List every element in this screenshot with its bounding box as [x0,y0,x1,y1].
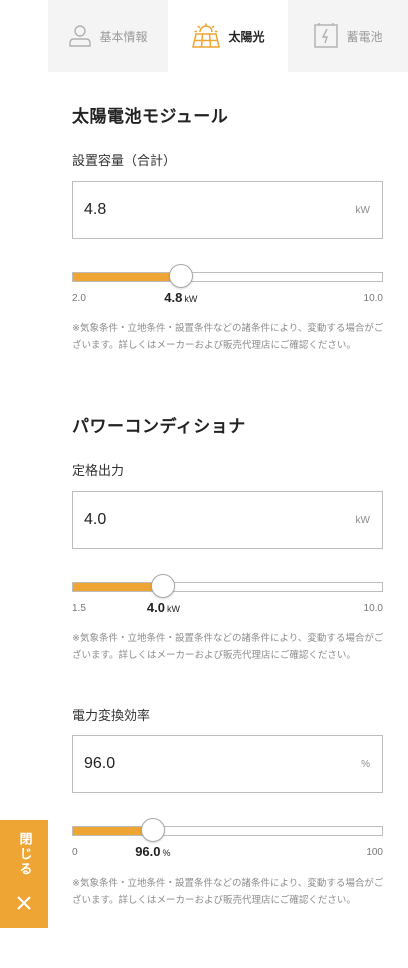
rated-output-slider[interactable] [72,574,383,600]
rated-output-value: 4.0 [84,511,107,528]
capacity-input[interactable]: 4.8 kW [72,181,383,239]
slider-current-label: 4.8 kW [164,290,198,305]
section-title-conditioner: パワーコンディショナ [72,417,246,437]
slider-min-label: 2.0 [72,293,86,304]
slider-handle[interactable] [151,574,176,598]
close-button[interactable]: 閉じる [0,820,48,928]
solar-panel-icon [191,23,221,49]
efficiency-slider[interactable] [72,818,383,844]
slider-fill [72,272,181,282]
slider-fill [72,582,164,592]
slider-max-label: 100 [366,847,383,858]
efficiency-unit: % [361,758,370,770]
close-button-label: 閉じる [16,832,32,877]
rated-output-input[interactable]: 4.0 kW [72,491,383,549]
capacity-value: 4.8 [84,201,107,218]
section-title-module: 太陽電池モジュール [72,107,229,127]
slider-handle[interactable] [140,818,165,842]
slider-handle[interactable] [168,264,193,288]
tab-basic-info[interactable]: 基本情報 [48,0,168,72]
tab-battery[interactable]: 蓄電池 [288,0,408,72]
capacity-scale: 2.0 4.8 kW 10.0 [72,290,383,306]
rated-output-note: ※気象条件・立地条件・設置条件などの諸条件により、変動する場合がございます。詳し… [72,633,384,661]
capacity-unit: kW [355,204,370,216]
tab-label: 太陽光 [228,29,265,44]
field-label-capacity: 設置容量（合計） [72,154,177,169]
close-icon [16,895,32,915]
efficiency-note: ※気象条件・立地条件・設置条件などの諸条件により、変動する場合がございます。詳し… [72,878,384,906]
efficiency-value: 96.0 [84,755,116,772]
field-label-efficiency: 電力変換効率 [72,709,151,724]
person-icon [68,24,92,48]
rated-output-scale: 1.5 4.0 kW 10.0 [72,600,383,616]
slider-max-label: 10.0 [363,603,383,614]
efficiency-input[interactable]: 96.0 % [72,735,383,793]
field-label-rated-output: 定格出力 [72,464,125,479]
capacity-note: ※気象条件・立地条件・設置条件などの諸条件により、変動する場合がございます。詳し… [72,323,384,351]
tab-solar[interactable]: 太陽光 [168,0,288,72]
tab-label: 基本情報 [99,29,148,44]
slider-max-label: 10.0 [363,293,383,304]
slider-min-label: 0 [72,847,78,858]
tab-label: 蓄電池 [346,29,383,44]
slider-min-label: 1.5 [72,603,86,614]
slider-current-label: 4.0 kW [146,600,181,615]
slider-current-label: 96.0% [135,844,171,859]
battery-icon [313,23,339,49]
efficiency-scale: 0 96.0% 100 [72,844,383,860]
capacity-slider[interactable] [72,264,383,290]
tab-bar: 基本情報 太陽光 蓄電池 [48,0,408,72]
rated-output-unit: kW [355,514,370,526]
